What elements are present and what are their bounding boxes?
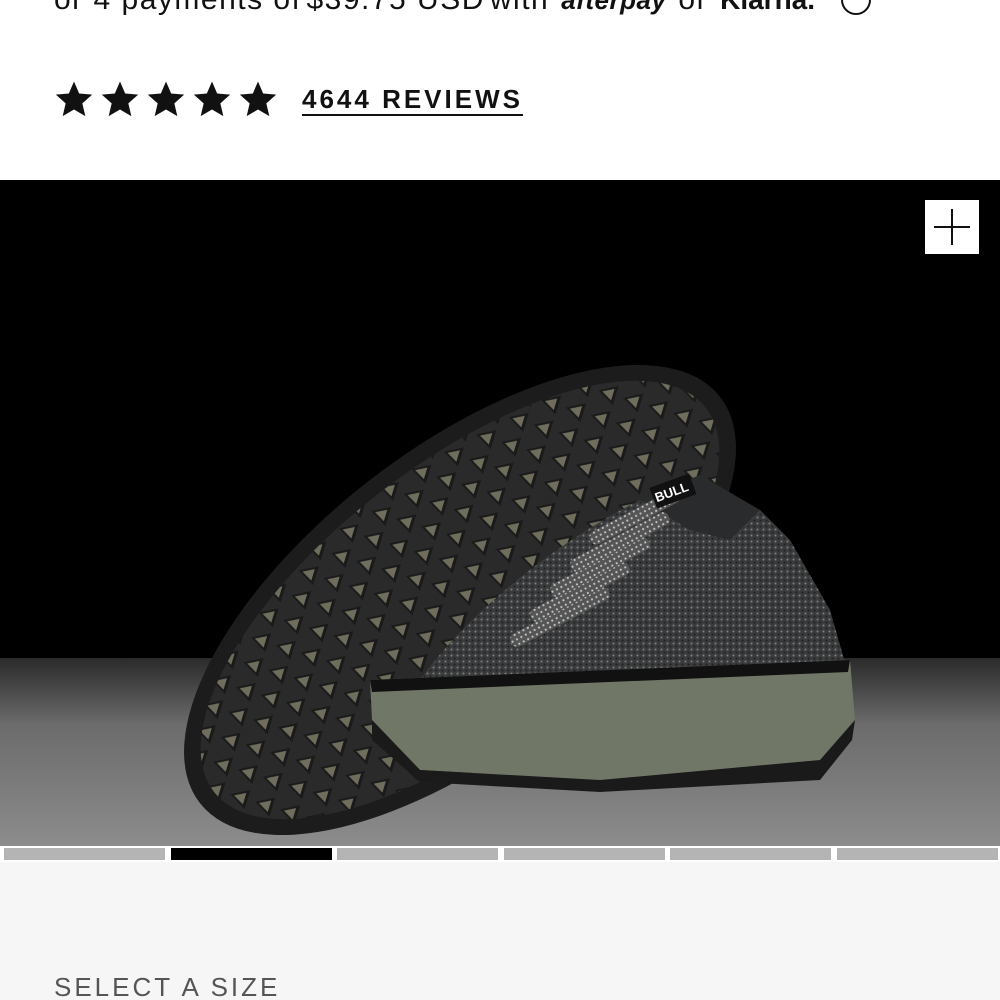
payment-or: or — [678, 0, 708, 17]
carousel-indicator[interactable] — [337, 848, 499, 860]
rating-row: 4644 REVIEWS — [54, 78, 523, 120]
payment-with: with — [490, 0, 549, 17]
payment-amount: $39.75 USD — [306, 0, 484, 17]
carousel-indicator-active[interactable] — [170, 848, 332, 860]
star-icon — [54, 79, 94, 119]
star-icon — [192, 79, 232, 119]
star-icon — [238, 79, 278, 119]
carousel-indicators — [4, 848, 998, 860]
info-icon[interactable] — [841, 0, 872, 15]
payment-prefix: or 4 payments of — [54, 0, 301, 17]
size-selector-section: SELECT A SIZE — [0, 862, 1000, 1000]
reviews-link[interactable]: 4644 REVIEWS — [302, 84, 523, 115]
star-icon — [146, 79, 186, 119]
carousel-indicator[interactable] — [503, 848, 665, 860]
carousel-indicator[interactable] — [836, 848, 998, 860]
product-page: or 4 payments of $39.75 USD with afterpa… — [0, 0, 1000, 1000]
shoe-illustration: BULL — [0, 180, 1000, 846]
afterpay-logo[interactable]: afterpay — [561, 0, 666, 16]
carousel-indicator[interactable] — [670, 848, 832, 860]
size-selector-label: SELECT A SIZE — [54, 972, 281, 1000]
star-icon — [100, 79, 140, 119]
klarna-logo[interactable]: Klarna. — [720, 0, 815, 16]
installment-payment-text: or 4 payments of $39.75 USD with afterpa… — [54, 0, 872, 18]
zoom-button[interactable] — [925, 200, 979, 254]
carousel-indicator[interactable] — [4, 848, 165, 860]
star-rating — [54, 79, 284, 119]
product-image[interactable]: BULL — [0, 180, 1000, 846]
